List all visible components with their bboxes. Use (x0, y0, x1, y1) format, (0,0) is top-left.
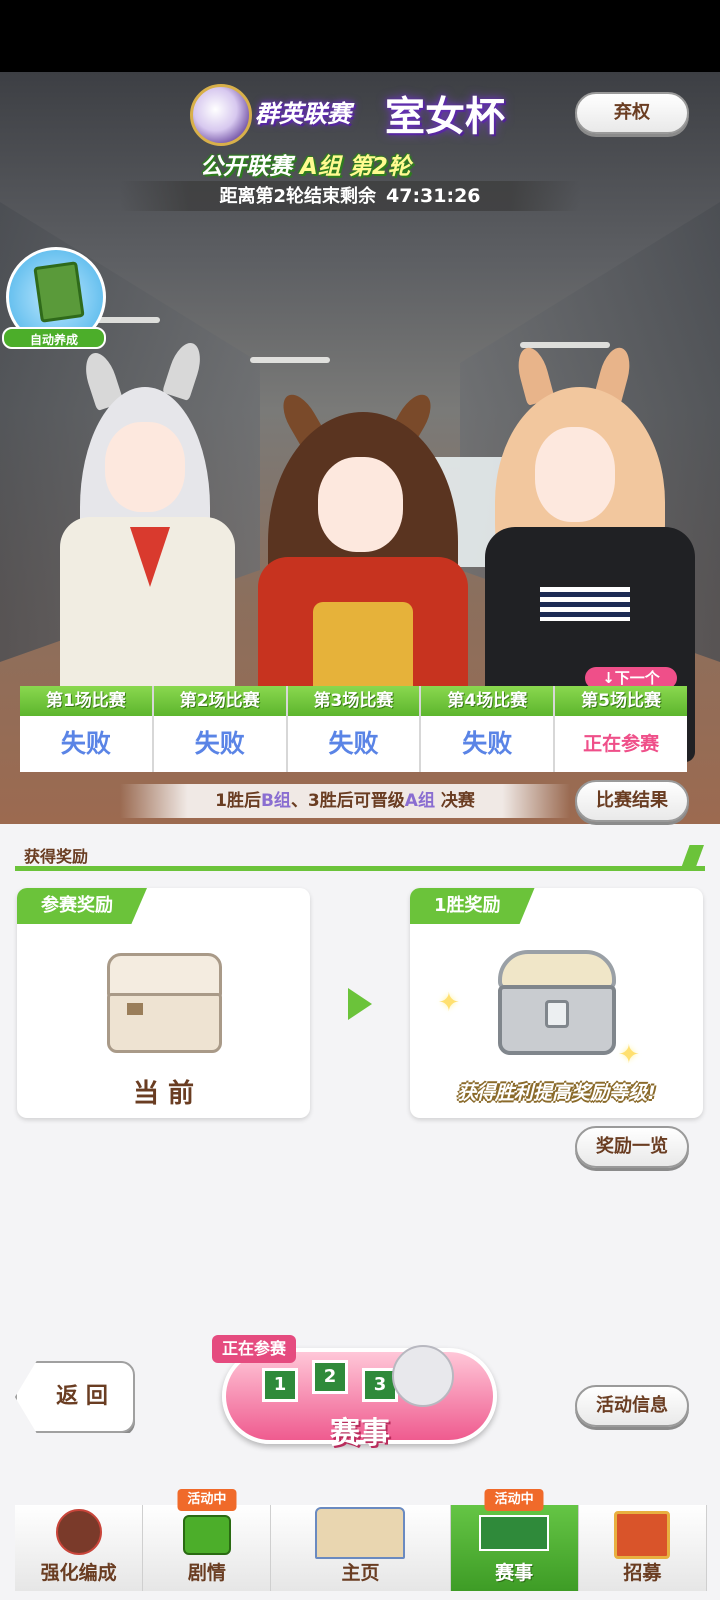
character-portrait-icon (55, 1509, 102, 1555)
race-label: 第1场比赛 (20, 686, 152, 716)
round-prefix: 公开联赛 (200, 154, 292, 180)
round-info: 公开联赛 A组 第2轮 (200, 147, 411, 181)
rewards-header-bar (15, 866, 705, 871)
reward-list-button[interactable]: 奖励一览 (575, 1126, 689, 1168)
nav-item-story[interactable]: 活动中 剧情 (143, 1489, 272, 1591)
bottom-nav: 强化编成 活动中 剧情 主页 活动中 赛事 招募 (15, 1489, 707, 1591)
race-result: 失败 (60, 729, 111, 758)
countdown-label: 距离第2轮结束剩余 (219, 186, 376, 207)
race-result-current: 正在参赛 (583, 733, 660, 755)
character-face (105, 422, 185, 512)
auto-train-label: 自动养成 (2, 327, 106, 349)
win-reward-caption: 获得胜利提高奖励等级! (457, 1082, 656, 1104)
sparkle-icon: ✦ (438, 988, 460, 1018)
advance-note-part: 1胜后 (215, 791, 261, 811)
advance-group-a: A组 (404, 791, 435, 811)
book-icon (182, 1515, 231, 1555)
nav-item-recruit[interactable]: 招募 (578, 1505, 707, 1591)
race-cell-5[interactable]: 第5场比赛 正在参赛 (555, 686, 687, 772)
activity-info-button[interactable]: 活动信息 (575, 1385, 689, 1427)
participation-reward-caption: 当 前 (132, 1079, 195, 1109)
advance-note-part: 决赛 (440, 791, 475, 811)
race-label: 第3场比赛 (287, 686, 420, 716)
sparkle-icon: ✦ (618, 1040, 640, 1070)
event-label: 赛事 (330, 1416, 390, 1451)
race-label: 第5场比赛 (555, 686, 687, 716)
nav-label: 主页 (341, 1562, 380, 1584)
participation-reward-tag: 参赛奖励 (17, 888, 147, 924)
ceiling-lamp (250, 357, 330, 363)
chest-icon (107, 953, 222, 1053)
character-face (318, 457, 403, 552)
nav-label: 赛事 (495, 1562, 534, 1584)
race-result: 失败 (328, 729, 379, 758)
race-result: 失败 (194, 729, 245, 758)
race-label: 第4场比赛 (421, 686, 554, 716)
race-cell-1[interactable]: 第1场比赛 失败 (20, 686, 154, 772)
win-reward-tag: 1胜奖励 (410, 888, 535, 924)
nav-badge: 活动中 (484, 1489, 544, 1511)
nav-item-home[interactable]: 主页 (271, 1505, 451, 1591)
race-label: 第2场比赛 (153, 686, 286, 716)
race-progress-panel: 第1场比赛 失败 第2场比赛 失败 第3场比赛 失败 第4场比赛 失败 第5场比… (20, 686, 687, 772)
nav-item-enhance[interactable]: 强化编成 (15, 1505, 144, 1591)
silver-chest-icon (498, 950, 616, 1058)
character-top (540, 587, 630, 621)
nav-label: 招募 (623, 1562, 662, 1584)
nav-label: 剧情 (187, 1562, 226, 1584)
book-icon (33, 261, 85, 323)
status-bar (0, 0, 720, 72)
nav-label: 强化编成 (40, 1562, 117, 1584)
advance-note-part: 、3胜后可晋级 (290, 791, 405, 811)
countdown-time: 47:31:26 (386, 185, 481, 207)
rewards-title: 获得奖励 (24, 847, 89, 866)
nav-item-events[interactable]: 活动中 赛事 (450, 1489, 579, 1591)
cup-name: 室女杯 (385, 94, 505, 140)
countdown-bar: 距离第2轮结束剩余 47:31:26 (120, 181, 580, 211)
ear-icon (162, 339, 206, 401)
advance-note: 1胜后B组、3胜后可晋级A组 决赛 (120, 784, 570, 818)
chibi-character-icon (392, 1345, 454, 1407)
race-cell-2[interactable]: 第2场比赛 失败 (153, 686, 288, 772)
race-cell-4[interactable]: 第4场比赛 失败 (421, 686, 556, 772)
participation-reward-card[interactable]: 参赛奖励 当 前 (17, 888, 310, 1118)
forfeit-button[interactable]: 弃权 (575, 92, 689, 134)
race-cell-3[interactable]: 第3场比赛 失败 (287, 686, 422, 772)
gate-door-icon (614, 1511, 671, 1559)
race-gate-icon (479, 1515, 550, 1551)
character-face (535, 427, 615, 522)
arrow-right-icon (348, 988, 372, 1020)
advance-group-b: B组 (260, 791, 291, 811)
gate-1: 1 (262, 1368, 298, 1402)
round-label: 第2轮 (348, 154, 411, 180)
group-label: A组 (300, 154, 341, 180)
race-result: 失败 (462, 729, 513, 758)
back-button[interactable]: 返 回 (15, 1361, 135, 1433)
race-results-button[interactable]: 比赛结果 (575, 780, 689, 822)
league-title: 群英联赛 (255, 100, 351, 128)
event-status-tag: 正在参赛 (212, 1335, 297, 1363)
building-icon (315, 1507, 406, 1559)
league-logo-icon (190, 84, 252, 146)
nav-badge: 活动中 (177, 1489, 237, 1511)
gate-2: 2 (312, 1360, 348, 1394)
